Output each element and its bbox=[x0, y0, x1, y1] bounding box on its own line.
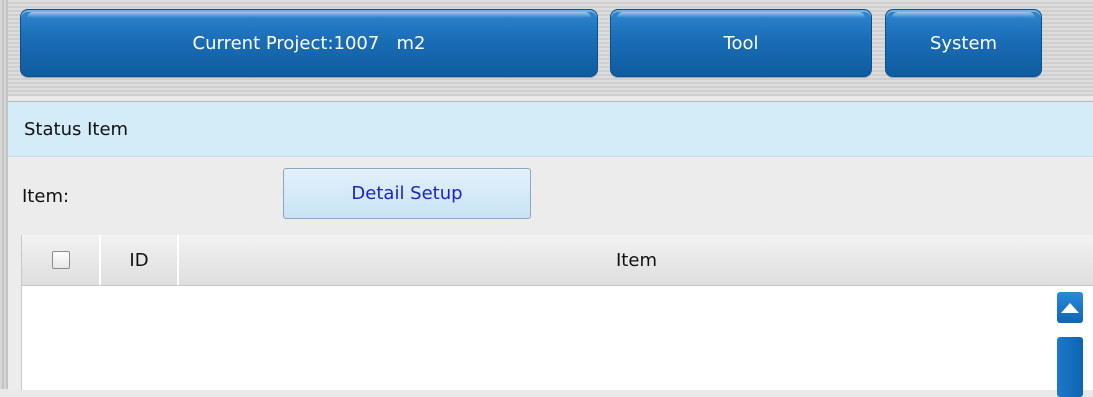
scrollbar-thumb[interactable] bbox=[1057, 337, 1083, 397]
tool-button[interactable]: Tool bbox=[610, 9, 872, 77]
section-title: Status Item bbox=[24, 118, 129, 140]
item-column-label: Item bbox=[616, 249, 657, 271]
current-project-button[interactable]: Current Project:1007 m2 bbox=[20, 9, 598, 77]
current-project-label: Current Project:1007 m2 bbox=[192, 32, 426, 54]
system-label: System bbox=[929, 32, 998, 54]
id-column-label: ID bbox=[129, 249, 149, 271]
system-button[interactable]: System bbox=[885, 9, 1042, 77]
item-table: ID Item bbox=[21, 235, 1093, 397]
table-header: ID Item bbox=[22, 235, 1093, 286]
triangle-up-icon bbox=[1061, 302, 1079, 313]
item-label: Item: bbox=[22, 186, 70, 207]
status-item-panel: Status Item Item: Detail Setup ID Item bbox=[8, 101, 1093, 397]
detail-setup-button[interactable]: Detail Setup bbox=[283, 168, 531, 219]
scroll-up-button[interactable] bbox=[1057, 292, 1083, 323]
id-column-header[interactable]: ID bbox=[101, 235, 179, 285]
item-column-header[interactable]: Item bbox=[179, 235, 1093, 285]
select-all-checkbox[interactable] bbox=[51, 251, 70, 269]
section-header: Status Item bbox=[8, 102, 1093, 157]
select-all-column bbox=[22, 235, 101, 285]
tool-label: Tool bbox=[723, 32, 759, 54]
detail-setup-label: Detail Setup bbox=[351, 183, 463, 204]
